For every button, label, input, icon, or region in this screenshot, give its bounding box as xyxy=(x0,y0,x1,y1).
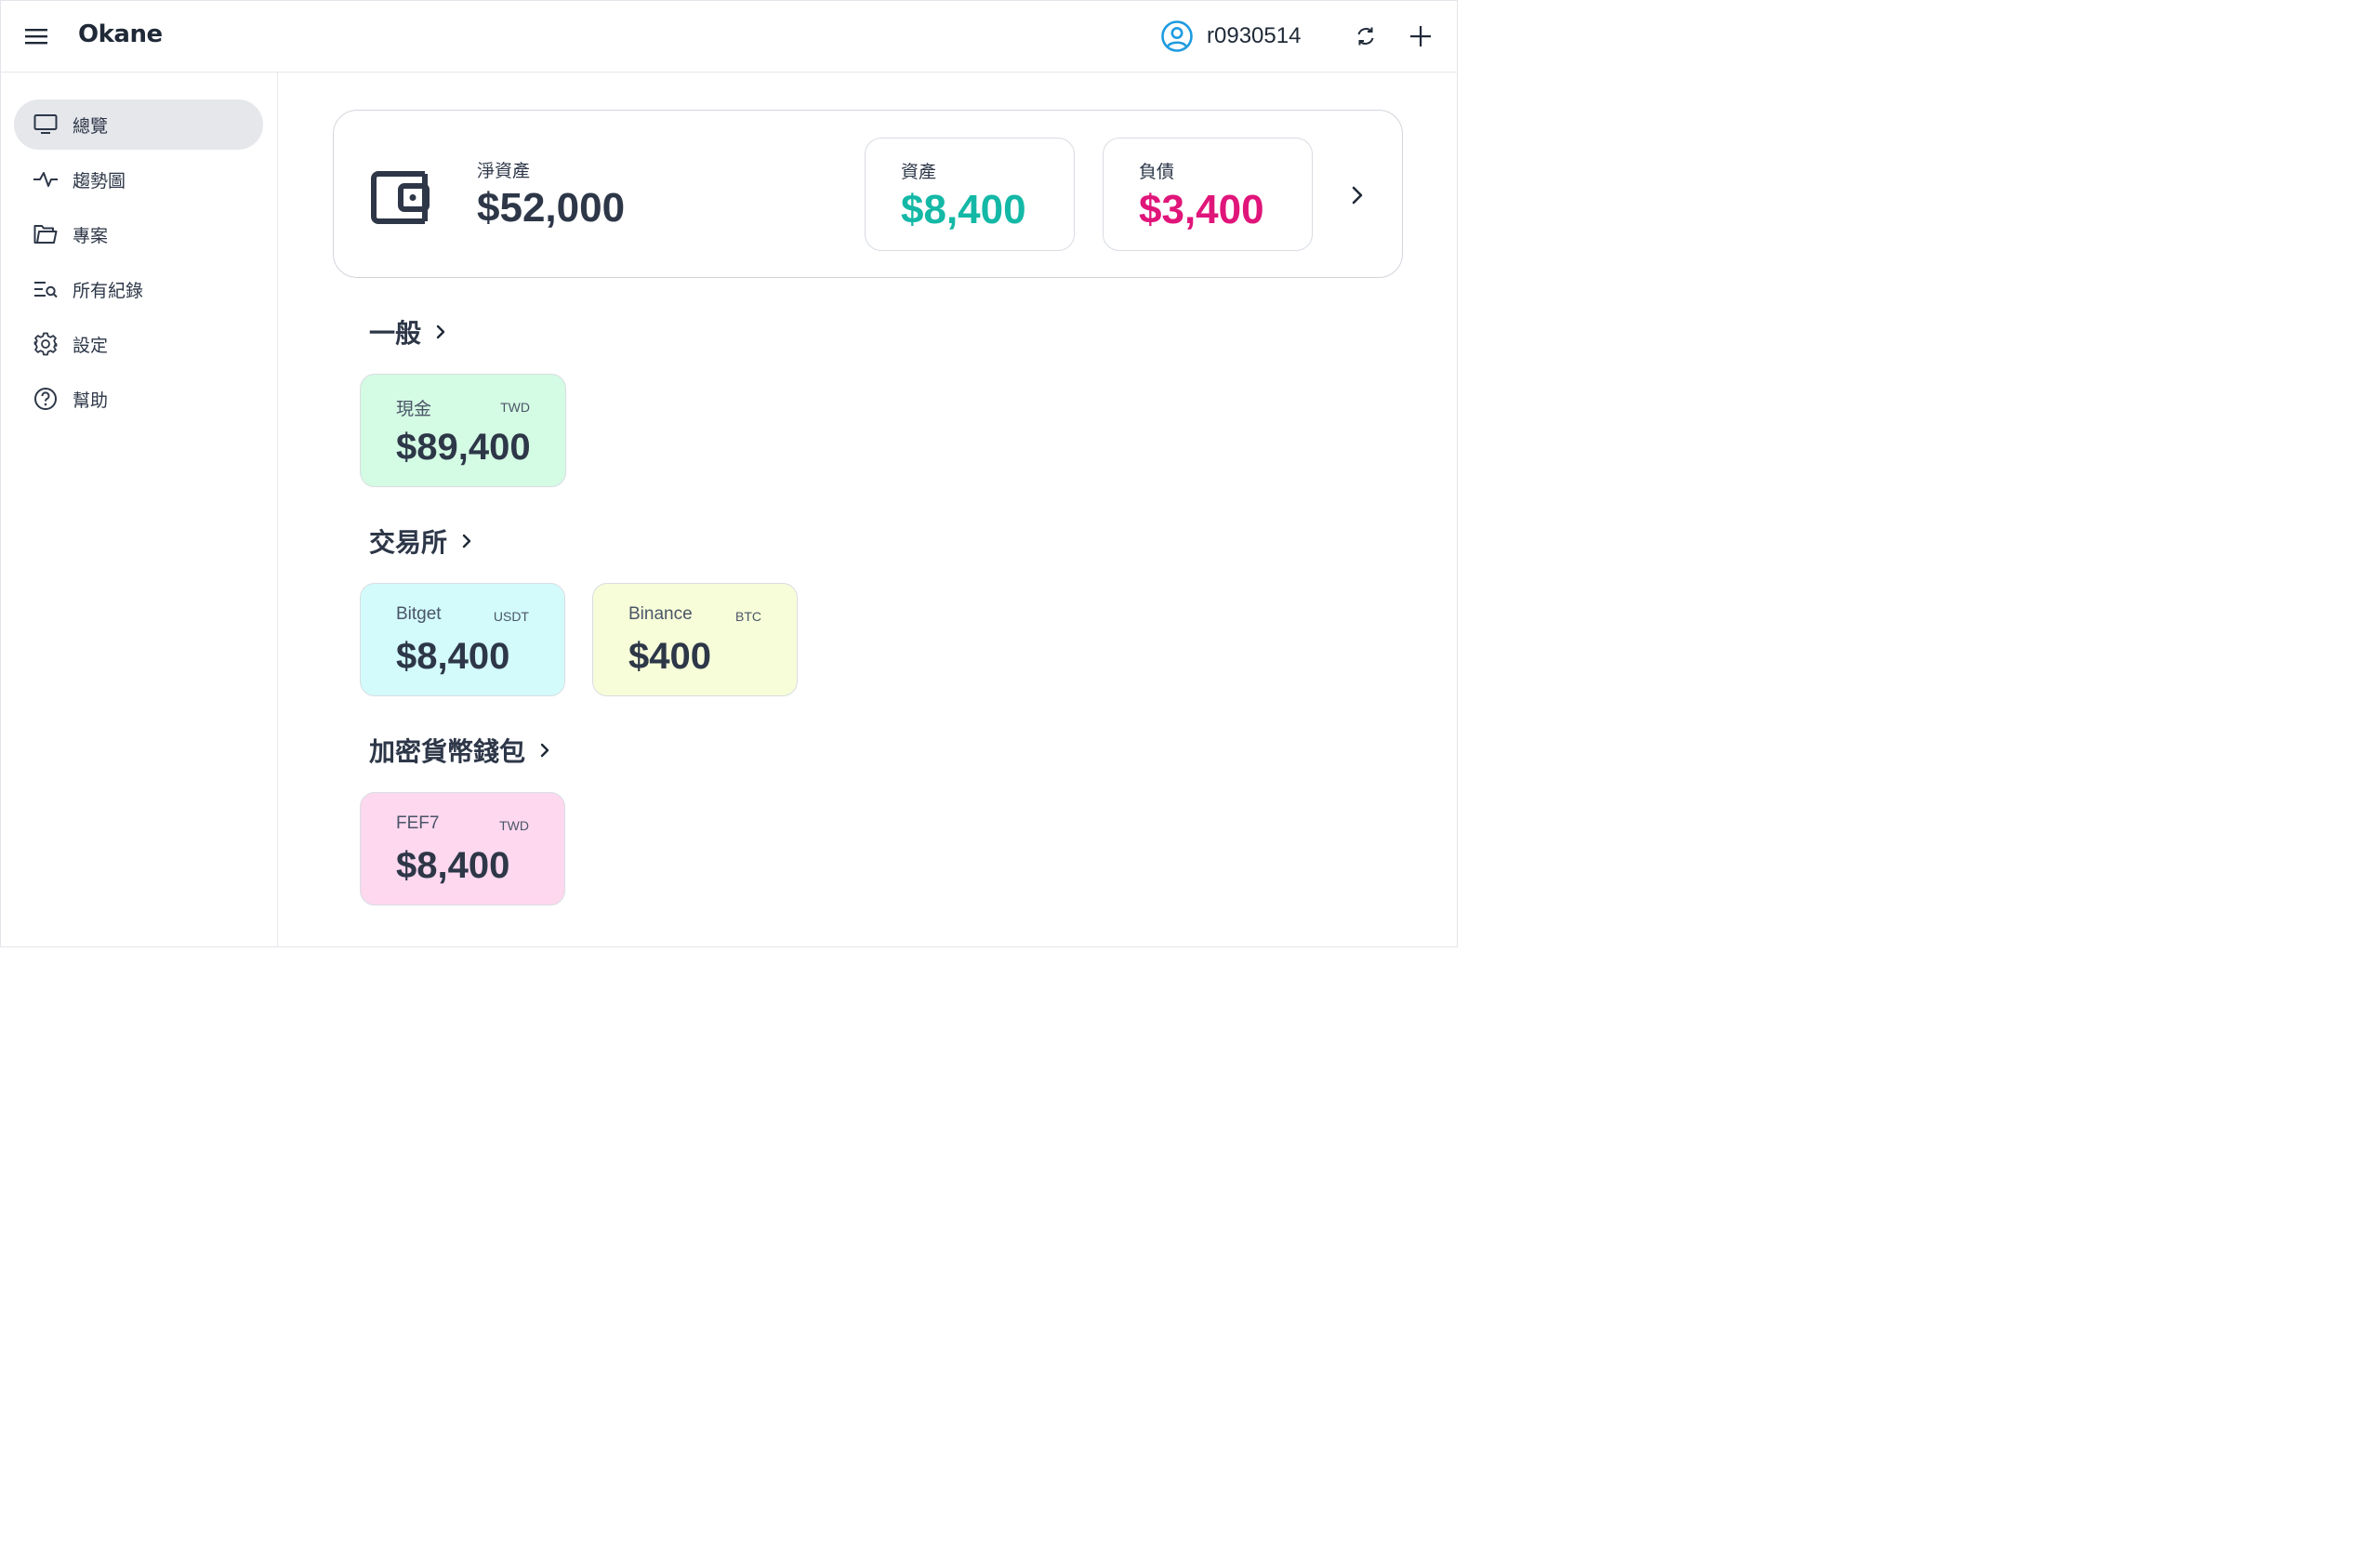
sidebar: 總覽 趨勢圖 專案 所有紀錄 設定 幫助 xyxy=(0,73,278,947)
sidebar-item-label: 趨勢圖 xyxy=(73,171,126,192)
summary-details-button[interactable] xyxy=(1342,179,1373,211)
monitor-icon xyxy=(33,112,59,138)
user-circle-icon xyxy=(1161,20,1193,52)
chevron-right-icon xyxy=(1352,186,1363,205)
sidebar-item-label: 總覽 xyxy=(73,116,109,137)
account-currency: TWD xyxy=(499,818,529,833)
assets-card[interactable]: 資產 $8,400 xyxy=(865,138,1075,251)
account-currency: USDT xyxy=(493,609,529,624)
net-worth-summary-card: 淨資產 $52,000 資產 $8,400 負債 $3,400 xyxy=(333,110,1403,278)
account-name: Binance xyxy=(628,604,693,624)
gear-icon xyxy=(33,331,59,357)
account-balance: $89,400 xyxy=(396,427,531,468)
sidebar-item-trends[interactable]: 趨勢圖 xyxy=(14,154,263,205)
refresh-button[interactable] xyxy=(1350,20,1382,52)
section-header-crypto-wallets[interactable]: 加密貨幣錢包 xyxy=(369,732,551,769)
liabilities-card[interactable]: 負債 $3,400 xyxy=(1103,138,1313,251)
chevron-right-icon xyxy=(540,743,549,758)
liabilities-value: $3,400 xyxy=(1139,187,1264,232)
account-name: 現金 xyxy=(396,400,432,419)
sidebar-item-label: 所有紀錄 xyxy=(73,281,144,301)
sidebar-item-help[interactable]: 幫助 xyxy=(14,374,263,424)
sidebar-item-projects[interactable]: 專案 xyxy=(14,209,263,259)
account-card-fef7[interactable]: FEF7 TWD $8,400 xyxy=(360,792,565,906)
account-card-cash[interactable]: 現金 TWD $89,400 xyxy=(360,374,566,487)
account-card-bitget[interactable]: Bitget USDT $8,400 xyxy=(360,583,565,696)
section-header-exchanges[interactable]: 交易所 xyxy=(369,522,473,560)
chevron-right-icon xyxy=(462,534,471,549)
sidebar-item-label: 幫助 xyxy=(73,390,109,411)
folder-icon xyxy=(33,221,59,247)
hamburger-icon xyxy=(25,29,47,45)
section-title: 加密貨幣錢包 xyxy=(369,737,526,766)
section-header-general[interactable]: 一般 xyxy=(369,313,447,350)
account-name: Bitget xyxy=(396,604,442,624)
account-balance: $400 xyxy=(628,636,711,677)
net-worth-value: $52,000 xyxy=(477,185,626,231)
app-title: Okane xyxy=(78,20,163,48)
sidebar-item-label: 專案 xyxy=(73,226,109,246)
plus-icon xyxy=(1410,26,1431,46)
assets-label: 資產 xyxy=(901,163,937,182)
help-circle-icon xyxy=(33,386,59,412)
chevron-right-icon xyxy=(436,324,445,339)
user-account[interactable]: r0930514 xyxy=(1160,19,1301,54)
sidebar-item-all-records[interactable]: 所有紀錄 xyxy=(14,264,263,314)
trend-line-icon xyxy=(33,166,59,192)
sidebar-item-overview[interactable]: 總覽 xyxy=(14,99,263,150)
menu-button[interactable] xyxy=(20,20,52,52)
account-balance: $8,400 xyxy=(396,845,510,886)
sidebar-item-settings[interactable]: 設定 xyxy=(14,319,263,369)
top-app-bar: Okane r0930514 xyxy=(0,0,1458,73)
add-button[interactable] xyxy=(1405,20,1436,52)
username: r0930514 xyxy=(1207,23,1302,48)
list-search-icon xyxy=(33,276,59,302)
section-title: 一般 xyxy=(369,319,422,348)
assets-value: $8,400 xyxy=(901,187,1026,232)
account-card-binance[interactable]: Binance BTC $400 xyxy=(592,583,798,696)
section-title: 交易所 xyxy=(369,528,448,557)
refresh-icon xyxy=(1357,27,1374,46)
sidebar-item-label: 設定 xyxy=(73,336,109,356)
account-currency: TWD xyxy=(500,400,530,415)
account-balance: $8,400 xyxy=(396,636,510,677)
net-worth-label: 淨資產 xyxy=(477,162,531,181)
account-name: FEF7 xyxy=(396,813,440,833)
wallet-icon xyxy=(371,171,430,224)
account-currency: BTC xyxy=(735,609,761,624)
liabilities-label: 負債 xyxy=(1139,163,1175,182)
